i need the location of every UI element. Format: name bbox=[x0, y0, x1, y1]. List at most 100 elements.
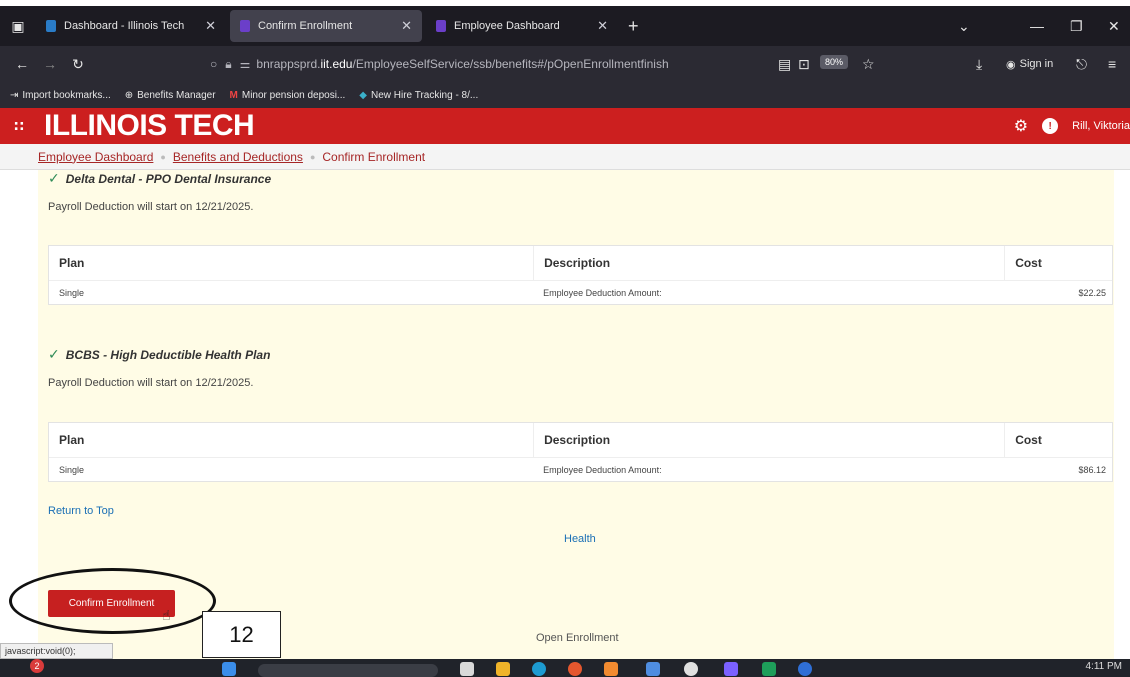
chevron-down-icon[interactable]: ⌄ bbox=[958, 6, 970, 46]
extensions-icon[interactable]: ⎋ bbox=[1076, 56, 1087, 73]
forward-icon[interactable]: → bbox=[36, 56, 64, 72]
sign-in-label: Sign in bbox=[1019, 58, 1054, 70]
tab-close-icon[interactable]: ✕ bbox=[401, 18, 412, 34]
favicon-icon bbox=[436, 20, 446, 32]
back-icon[interactable]: ← bbox=[8, 56, 36, 72]
section-title-text: BCBS - High Deductible Health Plan bbox=[65, 347, 271, 362]
cursor-pointer-icon: ☝ bbox=[162, 607, 171, 623]
section-title-health: ✓ BCBS - High Deductible Health Plan bbox=[48, 346, 270, 363]
menu-icon[interactable]: ≡ bbox=[1108, 56, 1116, 72]
tab-employee-dashboard[interactable]: Employee Dashboard ✕ bbox=[426, 10, 618, 42]
tab-close-icon[interactable]: ✕ bbox=[205, 18, 216, 34]
table-header: Plan Description Cost bbox=[49, 246, 1112, 281]
outlook-icon[interactable] bbox=[798, 662, 812, 676]
site-logo[interactable]: ILLINOIS TECH bbox=[44, 109, 255, 143]
tab-confirm-enrollment[interactable]: Confirm Enrollment ✕ bbox=[230, 10, 422, 42]
tab-label: Confirm Enrollment bbox=[258, 20, 353, 32]
teams-icon[interactable] bbox=[724, 662, 738, 676]
tab-label: Dashboard - Illinois Tech bbox=[64, 20, 185, 32]
user-icon[interactable]: ! bbox=[1042, 118, 1059, 134]
bookmark-star-icon[interactable]: ☆ bbox=[862, 56, 875, 73]
table-row: Single Employee Deduction Amount: $22.25 bbox=[49, 281, 1112, 304]
excel-icon[interactable] bbox=[762, 662, 776, 676]
cell-plan: Single bbox=[59, 287, 85, 298]
gear-icon[interactable]: ⚙ bbox=[1014, 116, 1028, 136]
zoom-indicator[interactable]: 80% bbox=[820, 55, 849, 69]
payroll-note: Payroll Deduction will start on 12/21/20… bbox=[48, 201, 254, 213]
step-number-label: 12 bbox=[202, 611, 281, 658]
import-icon: ⇥ bbox=[10, 89, 19, 101]
favicon-icon bbox=[240, 20, 250, 32]
column-header-cost: Cost bbox=[1004, 423, 1112, 457]
bookmark-import[interactable]: ⇥ Import bookmarks... bbox=[10, 90, 111, 101]
restore-icon[interactable]: ❐ bbox=[1070, 6, 1083, 46]
checkmark-icon: ✓ bbox=[48, 346, 60, 362]
app-icon[interactable] bbox=[646, 662, 660, 676]
sign-in-button[interactable]: ◉ Sign in bbox=[1006, 58, 1053, 71]
breadcrumb-benefits[interactable]: Benefits and Deductions bbox=[173, 150, 303, 164]
column-header-description: Description bbox=[533, 246, 1004, 280]
account-icon: ◉ bbox=[1006, 58, 1016, 71]
favicon-icon bbox=[46, 20, 56, 32]
app-icon[interactable] bbox=[684, 662, 698, 676]
footer-open-enrollment: Open Enrollment bbox=[536, 632, 619, 644]
taskbar-search[interactable] bbox=[258, 664, 438, 677]
shield-icon: ○ bbox=[210, 57, 218, 71]
column-header-cost: Cost bbox=[1004, 246, 1112, 280]
health-link[interactable]: Health bbox=[564, 533, 596, 545]
save-page-icon[interactable]: ⊡ bbox=[798, 56, 810, 73]
plan-table-health: Plan Description Cost Single Employee De… bbox=[48, 422, 1113, 482]
taskbar-clock[interactable]: 4:11 PM bbox=[1086, 661, 1123, 672]
plan-table-dental: Plan Description Cost Single Employee De… bbox=[48, 245, 1113, 305]
table-row: Single Employee Deduction Amount: $86.12 bbox=[49, 458, 1112, 481]
section-title-dental: ✓ Delta Dental - PPO Dental Insurance bbox=[48, 170, 271, 187]
breadcrumb-employee-dashboard[interactable]: Employee Dashboard bbox=[38, 150, 153, 164]
tab-close-icon[interactable]: ✕ bbox=[597, 18, 608, 34]
section-title-text: Delta Dental - PPO Dental Insurance bbox=[65, 171, 272, 186]
user-name[interactable]: Rill, Viktoria bbox=[1072, 120, 1130, 132]
table-header: Plan Description Cost bbox=[49, 423, 1112, 458]
checkmark-icon: ✓ bbox=[48, 170, 60, 186]
bookmark-new-hire[interactable]: ◆ New Hire Tracking - 8/... bbox=[359, 90, 478, 101]
url-host: iit.edu bbox=[320, 57, 353, 71]
gmail-icon: M bbox=[229, 89, 238, 101]
reload-icon[interactable]: ↻ bbox=[64, 56, 92, 73]
breadcrumb-separator: ● bbox=[160, 151, 166, 162]
bookmark-minor-pension[interactable]: M Minor pension deposi... bbox=[230, 90, 346, 101]
edge-icon[interactable] bbox=[532, 662, 546, 676]
app-grid-icon[interactable]: ∷ bbox=[14, 118, 38, 135]
bookmark-label: Import bookmarks... bbox=[22, 89, 111, 101]
minimize-icon[interactable]: — bbox=[1030, 6, 1044, 46]
url-prefix: bnrappsprd. bbox=[256, 57, 321, 71]
chrome-icon[interactable] bbox=[568, 662, 582, 676]
site-header: ∷ ILLINOIS TECH ⚙ ! Rill, Viktoria bbox=[0, 108, 1130, 144]
start-icon[interactable] bbox=[222, 662, 236, 676]
cell-description: Employee Deduction Amount: bbox=[543, 464, 662, 475]
url-path: /EmployeeSelfService/ssb/benefits#/pOpen… bbox=[352, 57, 669, 71]
bookmarks-bar: ⇥ Import bookmarks... ⊕ Benefits Manager M… bbox=[0, 82, 1130, 108]
tab-list-icon[interactable]: ▣ bbox=[0, 6, 36, 46]
firefox-icon[interactable] bbox=[604, 662, 618, 676]
column-header-description: Description bbox=[533, 423, 1004, 457]
column-header-plan: Plan bbox=[59, 256, 85, 270]
cell-plan: Single bbox=[59, 464, 85, 475]
lock-icon: 🔒︎ bbox=[225, 56, 232, 71]
notification-badge[interactable]: 2 bbox=[30, 659, 44, 673]
highlight-circle-annotation bbox=[9, 568, 216, 634]
downloads-icon[interactable]: ⤓ bbox=[976, 56, 982, 73]
column-header-plan: Plan bbox=[59, 433, 85, 447]
os-taskbar: 2 4:11 PM bbox=[0, 659, 1130, 677]
file-explorer-icon[interactable] bbox=[496, 662, 510, 676]
reader-view-icon[interactable]: ▤ bbox=[778, 56, 791, 73]
cell-cost: $22.25 bbox=[1078, 287, 1107, 298]
task-view-icon[interactable] bbox=[460, 662, 474, 676]
sharepoint-icon: ◆ bbox=[359, 89, 367, 101]
bookmark-benefits-manager[interactable]: ⊕ Benefits Manager bbox=[125, 90, 216, 101]
cell-cost: $86.12 bbox=[1078, 464, 1107, 475]
tab-dashboard[interactable]: Dashboard - Illinois Tech ✕ bbox=[36, 10, 226, 42]
new-tab-icon[interactable]: + bbox=[628, 16, 639, 37]
breadcrumb: Employee Dashboard ● Benefits and Deduct… bbox=[0, 144, 1130, 170]
return-to-top-link[interactable]: Return to Top bbox=[48, 505, 114, 517]
payroll-note: Payroll Deduction will start on 12/21/20… bbox=[48, 377, 254, 389]
window-close-icon[interactable]: ✕ bbox=[1108, 6, 1120, 46]
